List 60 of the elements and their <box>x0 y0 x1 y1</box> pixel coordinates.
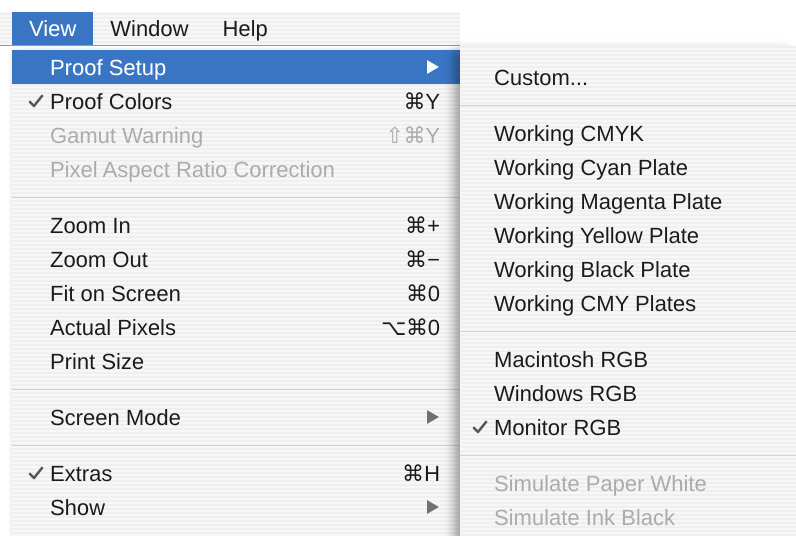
menu-item-label: Proof Colors <box>50 88 172 116</box>
menu-item-label: Zoom In <box>50 212 131 240</box>
submenu-arrow-icon <box>426 409 440 425</box>
menu-item-label: Simulate Paper White <box>494 470 707 498</box>
menu-item-label: Monitor RGB <box>494 414 622 442</box>
menu-item-label: Macintosh RGB <box>494 346 648 374</box>
menu-item-label: Proof Setup <box>50 54 166 82</box>
menu-item[interactable]: Working Magenta Plate <box>460 184 796 218</box>
menu-item[interactable]: Print Size <box>12 344 460 378</box>
menu-item-label: Working Magenta Plate <box>494 188 722 216</box>
shortcut-text: ⌘+ <box>405 212 440 240</box>
menu-item[interactable]: Screen Mode <box>12 400 460 434</box>
menu-item-label: Screen Mode <box>50 404 181 432</box>
menu-item-label: Working CMYK <box>494 120 644 148</box>
menu-item[interactable]: Custom... <box>460 60 796 94</box>
check-icon <box>28 93 44 109</box>
menu-item-label: Simulate Ink Black <box>494 504 675 532</box>
menu-item[interactable]: Fit on Screen ⌘0 <box>12 276 460 310</box>
shortcut-text: ⌘Y <box>403 88 440 116</box>
menu-item-label: Working CMY Plates <box>494 290 696 318</box>
menu-item[interactable]: Proof Colors ⌘Y <box>12 84 460 118</box>
submenu-arrow-icon <box>426 499 440 515</box>
menu-item[interactable]: Show <box>12 490 460 524</box>
menu-item[interactable]: Working CMY Plates <box>460 286 796 320</box>
menu-item-label: Show <box>50 494 106 522</box>
shortcut-text: ⌘0 <box>406 280 440 308</box>
menu-item-label: Extras <box>50 460 112 488</box>
shortcut-text: ⇧⌘Y <box>385 122 440 150</box>
check-icon <box>472 419 488 435</box>
menu-item[interactable]: Zoom Out ⌘− <box>12 242 460 276</box>
menu-item[interactable]: Actual Pixels ⌥⌘0 <box>12 310 460 344</box>
menu-item[interactable]: Macintosh RGB <box>460 342 796 376</box>
shortcut-text: ⌘H <box>402 460 440 488</box>
submenu-arrow-icon <box>426 59 440 75</box>
menubar-item[interactable]: View <box>12 12 94 45</box>
menubar-item[interactable]: Window <box>93 12 206 45</box>
menu-item[interactable]: Working Cyan Plate <box>460 150 796 184</box>
menu-item-label: Gamut Warning <box>50 122 204 150</box>
menu-item-label: Working Black Plate <box>494 256 690 284</box>
menubar-item[interactable]: Help <box>206 12 285 45</box>
menu-item-label: Print Size <box>50 348 144 376</box>
menu-item[interactable]: Working CMYK <box>460 116 796 150</box>
menu-item-label: Pixel Aspect Ratio Correction <box>50 156 335 184</box>
menu-item[interactable]: Monitor RGB <box>460 410 796 444</box>
shortcut-text: ⌘− <box>405 246 440 274</box>
menu-item-label: Working Yellow Plate <box>494 222 700 250</box>
check-icon <box>28 465 44 481</box>
menu-item-label: Zoom Out <box>50 246 148 274</box>
menu-item[interactable]: Extras ⌘H <box>12 456 460 490</box>
menu-item[interactable]: Zoom In ⌘+ <box>12 208 460 242</box>
menu-item-label: Fit on Screen <box>50 280 181 308</box>
menu-item[interactable]: Working Black Plate <box>460 252 796 286</box>
menu-item[interactable]: Working Yellow Plate <box>460 218 796 252</box>
menu-item[interactable]: Proof Setup <box>12 50 460 84</box>
menu-item-label: Working Cyan Plate <box>494 154 688 182</box>
menu-item[interactable]: Windows RGB <box>460 376 796 410</box>
menu-item-label: Actual Pixels <box>50 314 176 342</box>
menu-item-label: Windows RGB <box>494 380 638 408</box>
shortcut-text: ⌥⌘0 <box>380 314 440 342</box>
menu-item-label: Custom... <box>494 64 588 92</box>
